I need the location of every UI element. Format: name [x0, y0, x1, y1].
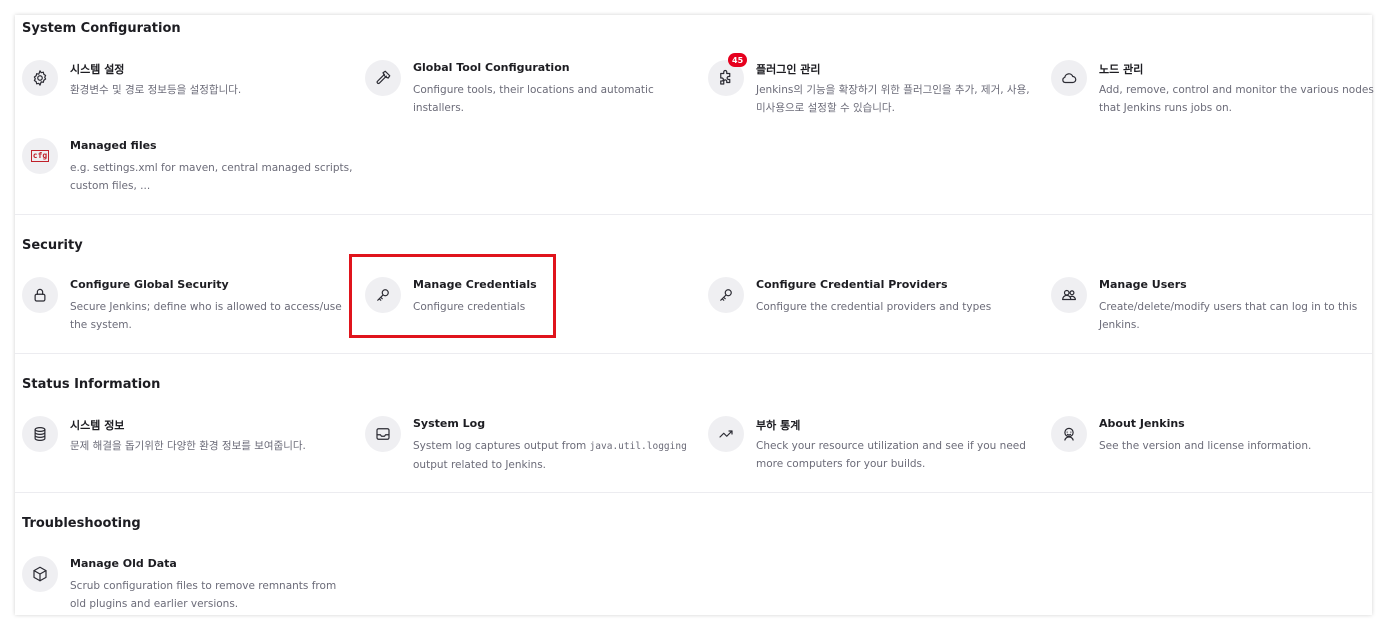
tile-description: Secure Jenkins; define who is allowed to… [70, 301, 342, 331]
tile-title: 플러그인 관리 [756, 63, 821, 76]
tile-description: Scrub configuration files to remove remn… [70, 580, 337, 610]
tile-description: Configure the credential providers and t… [756, 301, 992, 313]
section-title-status-information: Status Information [22, 377, 161, 392]
tile-title: About Jenkins [1099, 417, 1185, 430]
tile-description: Configure tools, their locations and aut… [413, 84, 654, 114]
lock-icon [22, 277, 58, 313]
tile-about-jenkins[interactable]: About Jenkins See the version and licens… [1051, 416, 1381, 476]
trend-icon [708, 416, 744, 452]
users-icon [1051, 277, 1087, 313]
tile-description: 문제 해결을 돕기위한 다양한 환경 정보를 보여줍니다. [70, 440, 306, 452]
box-icon [22, 556, 58, 592]
section-divider [15, 492, 1372, 493]
tile-description: See the version and license information. [1099, 440, 1312, 452]
tile-title: Configure Credential Providers [756, 278, 948, 291]
tile-title: Managed files [70, 139, 157, 152]
tile-manage-credentials[interactable]: Manage Credentials Configure credentials [365, 277, 695, 337]
tile-title: 부하 통계 [756, 419, 801, 432]
tile-system-settings[interactable]: 시스템 설정 환경변수 및 경로 정보등을 설정합니다. [22, 60, 352, 120]
section-title-security: Security [22, 238, 83, 253]
tile-load-statistics[interactable]: 부하 통계 Check your resource utilization an… [708, 416, 1038, 476]
tile-manage-old-data[interactable]: Manage Old Data Scrub configuration file… [22, 556, 352, 616]
section-divider [15, 214, 1372, 215]
tile-system-log[interactable]: System Log System log captures output fr… [365, 416, 695, 476]
update-count-badge: 45 [728, 53, 748, 67]
tile-description: Check your resource utilization and see … [756, 440, 1026, 470]
jenkins-icon [1051, 416, 1087, 452]
tile-description: Jenkins의 기능을 확장하기 위한 플러그인을 추가, 제거, 사용, 미… [756, 84, 1030, 114]
key-icon [365, 277, 401, 313]
tile-title: System Log [413, 417, 486, 430]
tile-description: 환경변수 및 경로 정보등을 설정합니다. [70, 84, 242, 96]
tile-description: e.g. settings.xml for maven, central man… [70, 162, 353, 192]
tile-global-tool-configuration[interactable]: Global Tool Configuration Configure tool… [365, 60, 695, 120]
manage-jenkins-panel: System Configuration 시스템 설정 환경변수 및 경로 정보… [15, 15, 1374, 616]
tile-node-manager[interactable]: 노드 관리 Add, remove, control and monitor t… [1051, 60, 1381, 120]
tile-title: Manage Old Data [70, 557, 177, 570]
database-icon [22, 416, 58, 452]
cloud-icon [1051, 60, 1087, 96]
tile-manage-users[interactable]: Manage Users Create/delete/modify users … [1051, 277, 1381, 337]
tile-title: 시스템 정보 [70, 419, 125, 432]
tile-description: Create/delete/modify users that can log … [1099, 301, 1358, 331]
tile-title: Manage Users [1099, 278, 1187, 291]
hammer-icon [365, 60, 401, 96]
tile-system-information[interactable]: 시스템 정보 문제 해결을 돕기위한 다양한 환경 정보를 보여줍니다. [22, 416, 352, 476]
inbox-icon [365, 416, 401, 452]
code-text: java.util.logging [589, 441, 687, 452]
tile-description: System log captures output from java.uti… [413, 440, 687, 471]
tile-description: Configure credentials [413, 301, 526, 313]
tile-title: Configure Global Security [70, 278, 229, 291]
tile-title: 노드 관리 [1099, 63, 1144, 76]
key-icon [708, 277, 744, 313]
section-title-system-configuration: System Configuration [22, 21, 181, 36]
tile-configure-global-security[interactable]: Configure Global Security Secure Jenkins… [22, 277, 352, 337]
gear-icon [22, 60, 58, 96]
tile-configure-credential-providers[interactable]: Configure Credential Providers Configure… [708, 277, 1038, 337]
section-title-troubleshooting: Troubleshooting [22, 516, 141, 531]
tile-plugin-manager[interactable]: 45 플러그인 관리 Jenkins의 기능을 확장하기 위한 플러그인을 추가… [708, 53, 1038, 120]
section-divider [15, 353, 1372, 354]
tile-description: Add, remove, control and monitor the var… [1099, 84, 1374, 114]
tile-title: Manage Credentials [413, 278, 537, 291]
cfg-file-icon: cfg [22, 138, 58, 174]
tile-title: 시스템 설정 [70, 63, 125, 76]
tile-title: Global Tool Configuration [413, 61, 570, 74]
tile-managed-files[interactable]: cfg Managed files e.g. settings.xml for … [22, 138, 352, 198]
